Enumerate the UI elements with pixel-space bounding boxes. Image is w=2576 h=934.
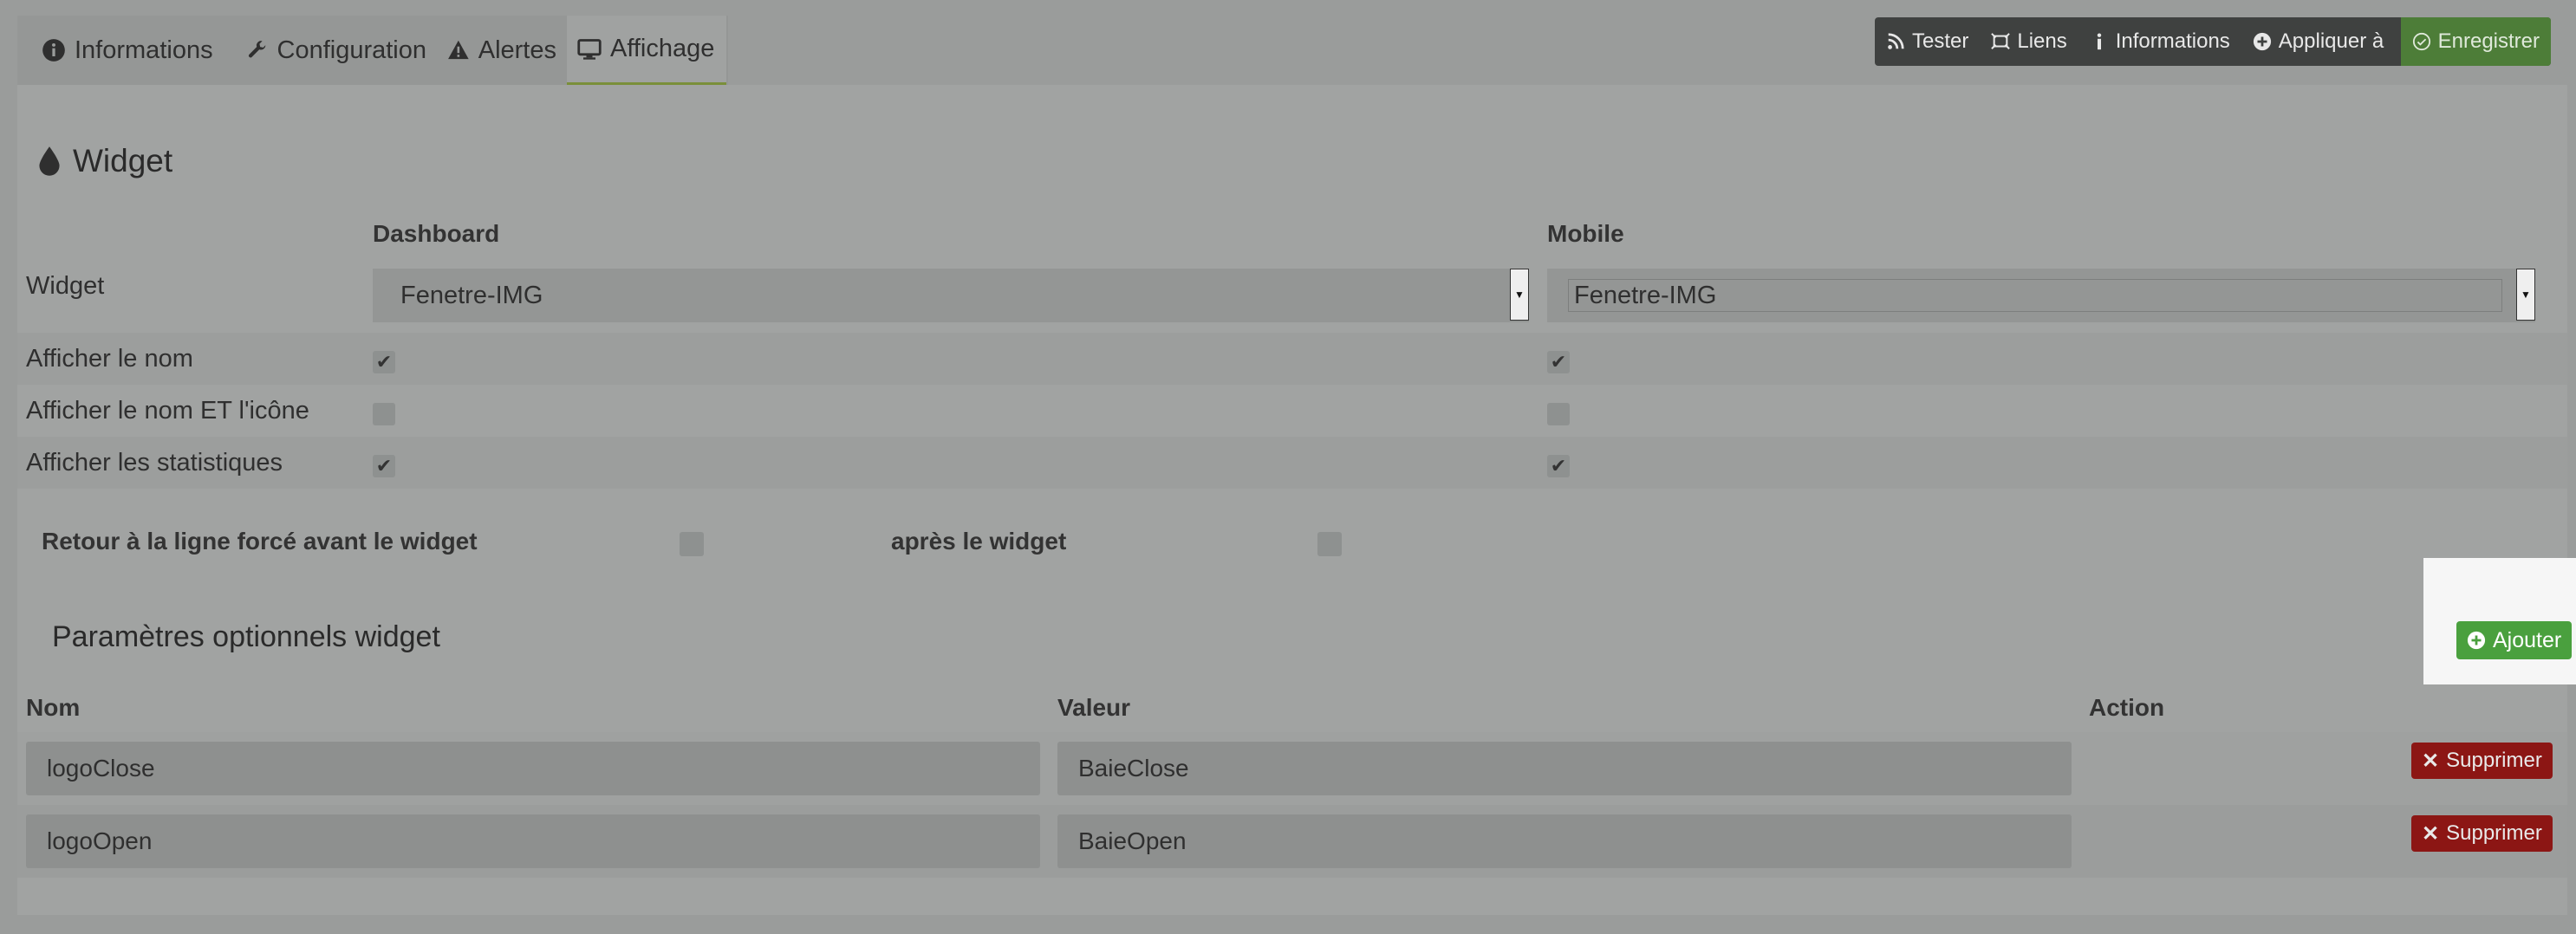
delete-param-button[interactable]: ✕ Supprimer <box>2411 815 2553 852</box>
dashboard-show-name-checkbox[interactable]: ✔ <box>373 351 395 373</box>
informations-button[interactable]: Informations <box>2078 17 2241 66</box>
plus-circle-icon <box>2467 631 2486 650</box>
appliquer-button[interactable]: Appliquer à <box>2241 17 2395 66</box>
tab-configuration[interactable]: Configuration <box>236 16 437 85</box>
mobile-widget-value: Fenetre-IMG <box>1568 279 2502 312</box>
line-break-after-checkbox[interactable] <box>1317 532 1342 556</box>
info-icon <box>2097 33 2101 50</box>
tab-affichage[interactable]: Affichage <box>567 16 726 85</box>
checkmark-icon: ✔ <box>375 455 393 477</box>
close-icon: ✕ <box>2422 749 2440 773</box>
chevron-down-icon: ▼ <box>2516 269 2535 321</box>
row-band <box>17 437 2567 489</box>
mobile-show-name-checkbox[interactable]: ✔ <box>1547 351 1570 373</box>
tab-label: Informations <box>75 36 213 64</box>
show-name-label: Afficher le nom <box>26 345 193 373</box>
line-break-after-label: après le widget <box>891 528 1067 555</box>
liens-button[interactable]: Liens <box>1980 17 2078 66</box>
tab-informations[interactable]: Informations <box>31 16 224 85</box>
checkmark-icon: ✔ <box>1550 351 1567 373</box>
warning-icon <box>448 40 469 60</box>
name-column-header: Nom <box>26 694 81 721</box>
dashboard-show-stats-checkbox[interactable]: ✔ <box>373 455 395 477</box>
action-column-header: Action <box>2089 694 2165 721</box>
wrench-icon <box>248 41 266 58</box>
param-value-input[interactable]: BaieClose <box>1057 742 2072 795</box>
line-break-before-checkbox[interactable] <box>680 532 704 556</box>
param-name-input[interactable]: logoOpen <box>26 814 1040 868</box>
mobile-column-header: Mobile <box>1547 220 1624 247</box>
mobile-show-stats-checkbox[interactable]: ✔ <box>1547 455 1570 477</box>
mobile-show-name-icon-checkbox[interactable] <box>1547 403 1570 425</box>
rss-icon <box>1888 33 1904 49</box>
plus-circle-icon <box>2253 32 2271 51</box>
checkmark-icon: ✔ <box>375 351 393 373</box>
widget-row-label: Widget <box>26 272 105 300</box>
param-value-input[interactable]: BaieOpen <box>1057 814 2072 868</box>
mobile-widget-select[interactable]: Fenetre-IMG ▼ <box>1547 269 2535 322</box>
row-band <box>17 333 2567 385</box>
enregistrer-button[interactable]: Enregistrer <box>2400 17 2551 66</box>
tab-label: Affichage <box>610 35 715 62</box>
add-param-button[interactable]: Ajouter <box>2456 621 2573 659</box>
tab-alertes[interactable]: Alertes <box>437 16 567 85</box>
show-name-icon-label: Afficher le nom ET l'icône <box>26 397 309 425</box>
dashboard-show-name-icon-checkbox[interactable] <box>373 403 395 425</box>
param-name-input[interactable]: logoClose <box>26 742 1040 795</box>
tab-label: Alertes <box>478 36 556 64</box>
checkmark-icon: ✔ <box>1550 455 1567 477</box>
close-icon: ✕ <box>2422 821 2440 846</box>
action-toolbar: Tester Liens Informations Appliquer à En… <box>1875 17 2551 66</box>
widget-section-title: Widget <box>38 143 172 179</box>
line-break-before-label: Retour à la ligne forcé avant le widget <box>42 528 478 555</box>
monitor-icon <box>577 38 602 60</box>
value-column-header: Valeur <box>1057 694 1131 721</box>
links-icon <box>1991 33 2011 49</box>
show-stats-label: Afficher les statistiques <box>26 449 283 477</box>
chevron-down-icon: ▼ <box>1510 269 1529 321</box>
tab-label: Configuration <box>276 36 427 64</box>
delete-param-button[interactable]: ✕ Supprimer <box>2411 743 2553 779</box>
dashboard-column-header: Dashboard <box>373 220 500 247</box>
tester-button[interactable]: Tester <box>1875 17 1980 66</box>
optional-params-title: Paramètres optionnels widget <box>52 620 440 653</box>
info-circle-icon <box>42 39 65 62</box>
check-circle-icon <box>2412 32 2430 51</box>
tint-icon <box>39 146 60 176</box>
dashboard-widget-select[interactable]: Fenetre-IMG ▼ <box>373 269 1529 322</box>
